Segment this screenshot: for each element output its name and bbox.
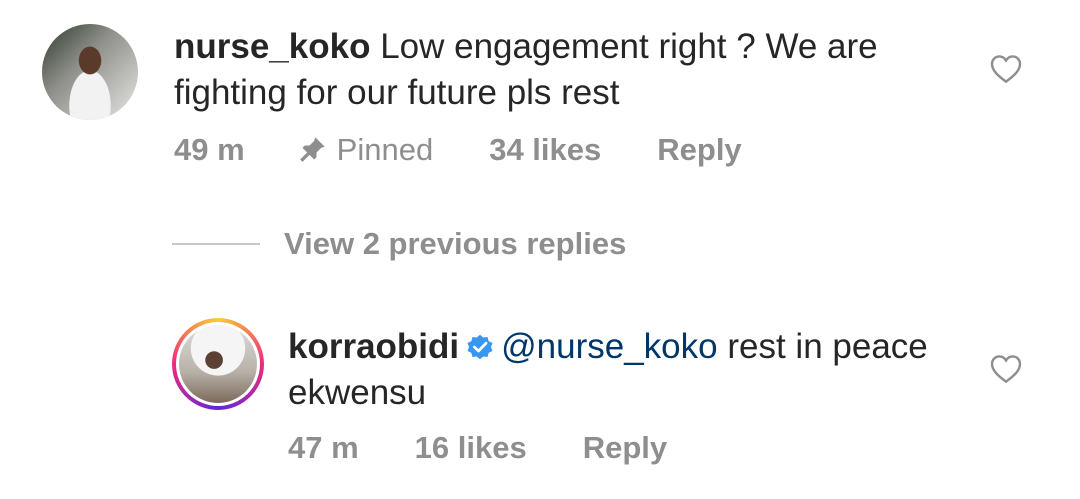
mention-link[interactable]: @nurse_koko xyxy=(501,327,717,366)
comment-body: nurse_koko Low engagement right ? We are… xyxy=(174,24,964,168)
reply-button[interactable]: Reply xyxy=(657,132,741,168)
heart-icon[interactable] xyxy=(990,54,1022,84)
avatar[interactable] xyxy=(42,24,138,120)
pinned-indicator: Pinned xyxy=(299,132,434,168)
comment-username[interactable]: nurse_koko xyxy=(174,27,370,66)
avatar-story-ring[interactable] xyxy=(172,318,264,410)
heart-icon[interactable] xyxy=(990,354,1022,384)
view-replies-label[interactable]: View 2 previous replies xyxy=(284,226,626,262)
comment: nurse_koko Low engagement right ? We are… xyxy=(42,24,964,168)
comment-time: 47 m xyxy=(288,430,359,465)
reply-thread-line xyxy=(172,243,260,245)
reply-button[interactable]: Reply xyxy=(583,430,667,466)
comment-meta: 47 m 16 likes Reply xyxy=(288,430,928,466)
pin-icon xyxy=(299,137,325,162)
reply-comment: korraobidi @nurse_koko rest in peace ekw… xyxy=(172,318,928,466)
comment-body: korraobidi @nurse_koko rest in peace ekw… xyxy=(288,318,928,466)
comment-text: nurse_koko Low engagement right ? We are… xyxy=(174,24,964,116)
comment-username[interactable]: korraobidi xyxy=(288,327,459,366)
comment-meta: 49 m Pinned 34 likes Reply xyxy=(174,132,964,168)
comment-likes[interactable]: 34 likes xyxy=(489,132,601,168)
comment-text: korraobidi @nurse_koko rest in peace ekw… xyxy=(288,324,928,416)
comment-time: 49 m xyxy=(174,132,245,167)
verified-badge-icon xyxy=(467,334,493,360)
pinned-label: Pinned xyxy=(336,132,434,167)
view-previous-replies[interactable]: View 2 previous replies xyxy=(172,226,626,262)
comment-likes[interactable]: 16 likes xyxy=(415,430,527,466)
